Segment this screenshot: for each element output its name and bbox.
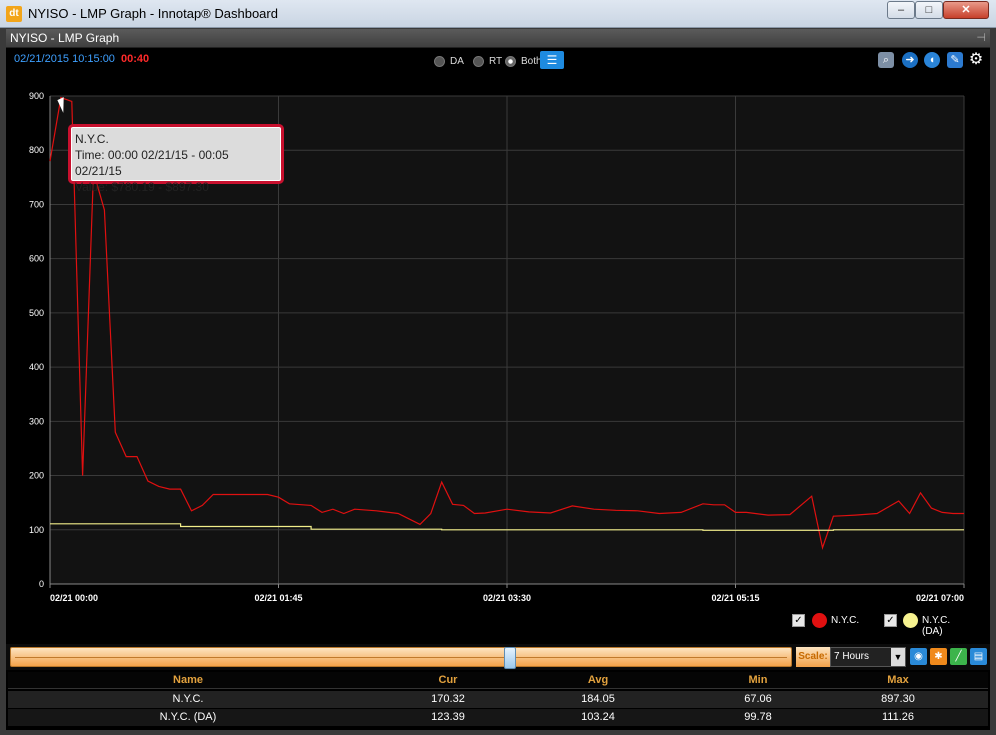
refresh-countdown: 00:40: [121, 53, 150, 65]
lmp-graph-panel: 02/21/2015 10:15:00 00:40 DA RT Both ☰ ⌕…: [6, 48, 990, 730]
chart-tooltip: N.Y.C. Time: 00:00 02/21/15 - 00:05 02/2…: [68, 124, 284, 194]
radio-rt-label: RT: [489, 56, 503, 67]
y-tick-label: 100: [29, 525, 44, 535]
cell-min: 67.06: [744, 693, 772, 705]
list-view-button[interactable]: ☰: [540, 51, 564, 69]
y-tick-label: 700: [29, 199, 44, 209]
y-tick-label: 800: [29, 145, 44, 155]
app-window: dt NYISO - LMP Graph - Innotap® Dashboar…: [0, 0, 996, 735]
stats-table: Name Cur Avg Min Max N.Y.C. 170.32 184.0…: [8, 672, 988, 728]
cell-max: 897.30: [881, 693, 915, 705]
table-row[interactable]: N.Y.C. (DA) 123.39 103.24 99.78 111.26: [8, 709, 988, 726]
radio-rt[interactable]: [473, 56, 484, 67]
scale-dropdown[interactable]: 7 Hours ▼: [830, 647, 906, 667]
tooltip-time: Time: 00:00 02/21/15 - 00:05 02/21/15: [75, 148, 229, 178]
header-name[interactable]: Name: [88, 674, 288, 686]
y-tick-label: 0: [39, 579, 44, 589]
time-slider[interactable]: [10, 647, 792, 669]
y-tick-label: 600: [29, 254, 44, 264]
x-tick-label: 02/21 05:15: [711, 593, 759, 603]
legend-label-nyc: N.Y.C.: [831, 615, 860, 626]
scale-label: Scale:: [796, 647, 830, 667]
tooltip-value: Value: $780.19 - $897.30: [75, 180, 209, 194]
table-icon[interactable]: ▤: [970, 648, 987, 665]
legend-label-nyc-da: N.Y.C.(DA): [922, 615, 951, 637]
close-button[interactable]: ✕: [943, 1, 989, 19]
cell-min: 99.78: [744, 711, 772, 723]
title-bar: dt NYISO - LMP Graph - Innotap® Dashboar…: [0, 0, 996, 28]
legend-swatch-nyc-da: [903, 613, 918, 628]
window-title: NYISO - LMP Graph - Innotap® Dashboard: [28, 6, 278, 21]
settings-icon[interactable]: ✱: [930, 648, 947, 665]
header-cur[interactable]: Cur: [398, 674, 498, 686]
header-max[interactable]: Max: [848, 674, 948, 686]
legend-checkbox-nyc[interactable]: ✓: [792, 614, 805, 627]
cell-name: N.Y.C. (DA): [159, 711, 217, 723]
radio-da-label: DA: [450, 56, 464, 67]
scale-value: 7 Hours: [834, 651, 870, 662]
pin-icon[interactable]: ⊣: [976, 31, 986, 44]
y-tick-label: 500: [29, 308, 44, 318]
x-tick-label: 02/21 00:00: [50, 593, 98, 603]
timestamp-date: 02/21/2015 10:15:00: [14, 53, 115, 65]
header-avg[interactable]: Avg: [548, 674, 648, 686]
y-tick-label: 900: [29, 91, 44, 101]
slider-thumb[interactable]: [504, 647, 516, 669]
panel-title: NYISO - LMP Graph: [10, 31, 120, 45]
cell-name: N.Y.C.: [172, 693, 204, 705]
radio-both-label: Both: [521, 56, 542, 67]
radio-da[interactable]: [434, 56, 445, 67]
legend-swatch-nyc: [812, 613, 827, 628]
radio-both[interactable]: [505, 56, 516, 67]
x-tick-label: 02/21 07:00: [916, 593, 964, 603]
x-tick-label: 02/21 03:30: [483, 593, 531, 603]
legend-checkbox-nyc-da[interactable]: ✓: [884, 614, 897, 627]
cell-avg: 184.05: [581, 693, 615, 705]
x-tick-label: 02/21 01:45: [254, 593, 302, 603]
minimize-button[interactable]: –: [887, 1, 915, 19]
edit-line-icon[interactable]: ╱: [950, 648, 967, 665]
tooltip-title: N.Y.C.: [75, 132, 109, 146]
stats-header-row: Name Cur Avg Min Max: [8, 672, 988, 689]
cell-cur: 123.39: [431, 711, 465, 723]
edit-icon[interactable]: ✎: [947, 52, 963, 68]
arrow-right-icon[interactable]: ➜: [902, 52, 918, 68]
cell-max: 111.26: [881, 711, 914, 723]
y-tick-label: 200: [29, 471, 44, 481]
time-scale-bar: Scale: 7 Hours ▼ ◉ ✱ ╱ ▤: [6, 644, 990, 670]
chevron-down-icon[interactable]: ▼: [891, 648, 905, 666]
panel-header: NYISO - LMP Graph ⊣: [6, 29, 990, 48]
maximize-button[interactable]: □: [915, 1, 943, 19]
cell-cur: 170.32: [431, 693, 465, 705]
sound-icon[interactable]: ◖: [924, 52, 940, 68]
app-logo-icon: dt: [6, 6, 22, 22]
gear-icon[interactable]: ⚙: [968, 52, 984, 68]
view-icon[interactable]: ◉: [910, 648, 927, 665]
table-row[interactable]: N.Y.C. 170.32 184.05 67.06 897.30: [8, 691, 988, 708]
zoom-icon[interactable]: ⌕: [878, 52, 894, 68]
header-min[interactable]: Min: [708, 674, 808, 686]
y-tick-label: 300: [29, 416, 44, 426]
slider-line: [15, 657, 787, 658]
cell-avg: 103.24: [581, 711, 615, 723]
y-tick-label: 400: [29, 362, 44, 372]
